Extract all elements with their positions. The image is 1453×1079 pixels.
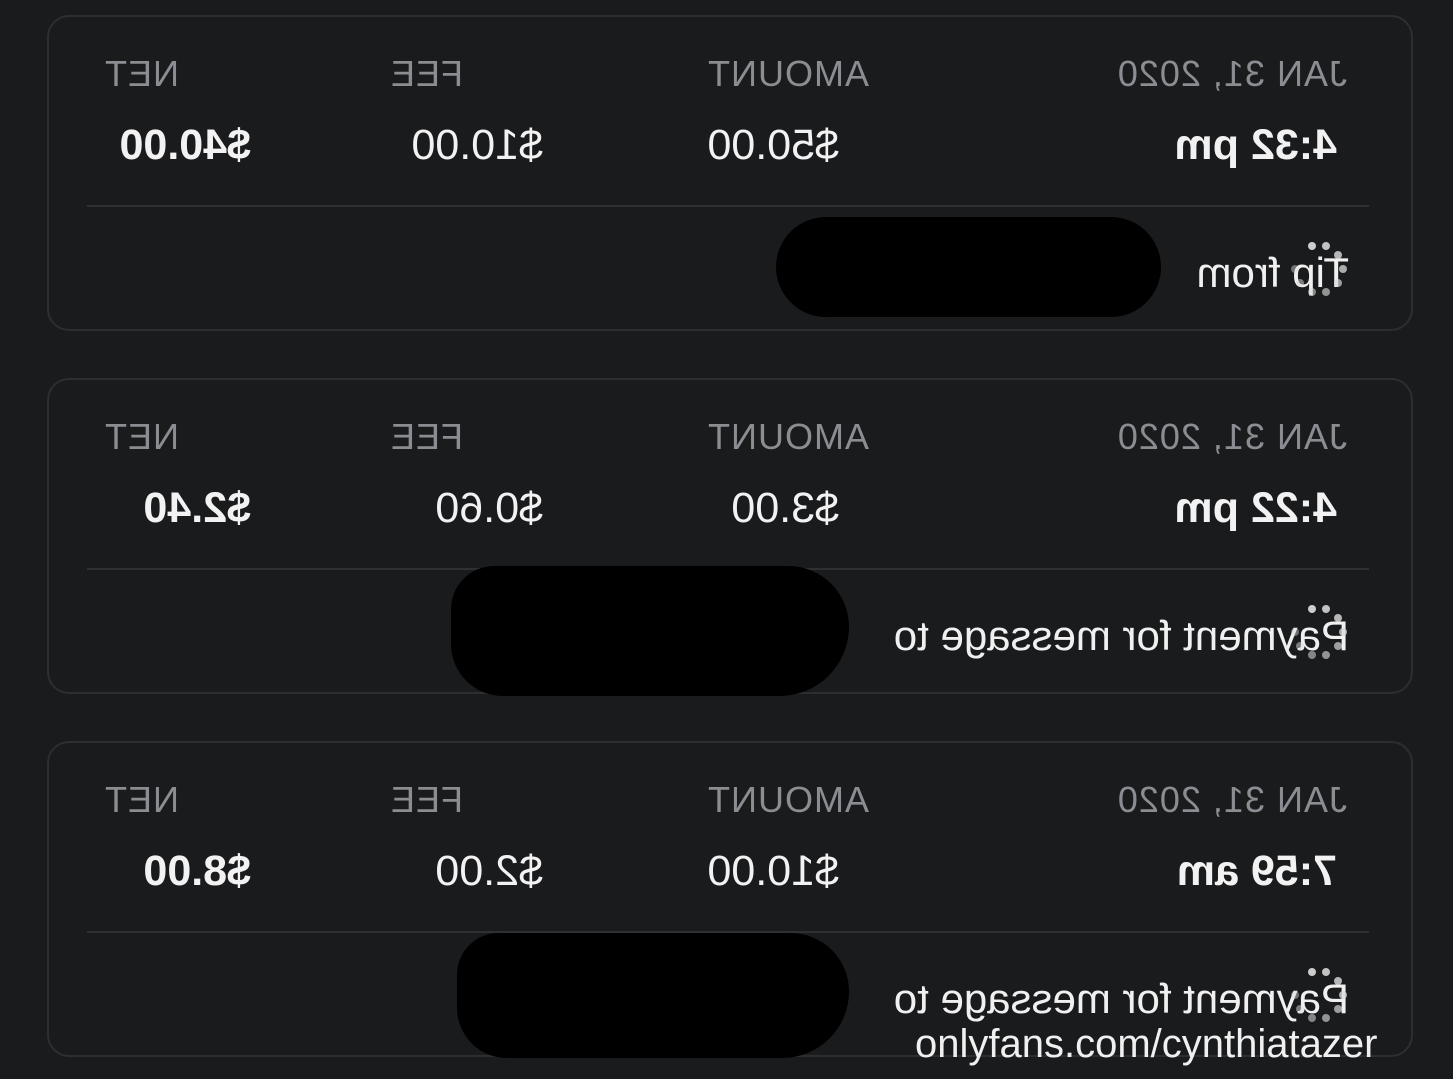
spinner-dot (1307, 605, 1316, 614)
amount-value: $50.00 (707, 121, 839, 169)
net-value: $40.00 (119, 121, 251, 169)
spinner-dot (1334, 642, 1343, 651)
fee-value: $2.00 (435, 847, 543, 895)
transaction-date: JAN 31, 2020 (1116, 779, 1347, 820)
spinner-dot (1322, 1013, 1331, 1022)
net-header: NET (104, 416, 179, 457)
fee-value: $0.60 (435, 484, 543, 532)
spinner-dot (1339, 265, 1347, 273)
fee-header: FEE (389, 53, 463, 94)
transaction-time: 4:32 pm (1174, 121, 1337, 169)
spinner-dot (1307, 650, 1316, 659)
redaction-mark (457, 933, 849, 1058)
spinner-dot (1334, 279, 1343, 288)
net-value: $8.00 (143, 847, 251, 895)
amount-header: AMOUNT (707, 53, 869, 94)
fee-header: FEE (389, 779, 463, 820)
redaction-mark (776, 217, 1161, 317)
amount-value: $3.00 (731, 484, 839, 532)
loading-spinner-icon (1287, 241, 1347, 301)
spinner-dot (1307, 242, 1316, 251)
spinner-dot (1291, 265, 1299, 273)
redaction-mark (451, 566, 849, 696)
spinner-dot (1295, 642, 1304, 651)
spinner-dot (1334, 976, 1343, 985)
spinner-dot (1291, 991, 1299, 999)
spinner-dot (1339, 991, 1347, 999)
transaction-date: JAN 31, 2020 (1116, 416, 1347, 457)
spinner-dot (1295, 1005, 1304, 1014)
spinner-dot (1334, 613, 1343, 622)
transaction-description: Payment for message to (893, 612, 1349, 659)
net-header: NET (104, 779, 179, 820)
spinner-dot (1339, 628, 1347, 636)
loading-spinner-icon (1287, 967, 1347, 1027)
spinner-dot (1334, 1005, 1343, 1014)
spinner-dot (1334, 250, 1343, 259)
loading-spinner-icon (1287, 604, 1347, 664)
watermark: onlyfans.com/cynthiatazer (915, 1022, 1378, 1066)
transaction-card[interactable]: JAN 31, 2020 AMOUNT FEE NET 7:59 am $10.… (47, 741, 1413, 1058)
spinner-dot (1291, 628, 1299, 636)
spinner-dot (1307, 287, 1316, 296)
amount-header: AMOUNT (707, 779, 869, 820)
fee-value: $10.00 (411, 121, 543, 169)
transaction-time: 7:59 am (1176, 847, 1337, 895)
net-value: $2.40 (143, 484, 251, 532)
card-divider (87, 205, 1369, 207)
fee-header: FEE (389, 416, 463, 457)
spinner-dot (1322, 605, 1331, 614)
transaction-time: 4:22 pm (1174, 484, 1337, 532)
amount-header: AMOUNT (707, 416, 869, 457)
net-header: NET (104, 53, 179, 94)
transaction-description: Payment for message to (893, 975, 1349, 1022)
amount-value: $10.00 (707, 847, 839, 895)
spinner-dot (1322, 968, 1331, 977)
spinner-dot (1307, 968, 1316, 977)
transaction-card[interactable]: JAN 31, 2020 AMOUNT FEE NET 4:22 pm $3.0… (47, 378, 1413, 696)
spinner-dot (1322, 650, 1331, 659)
spinner-dot (1295, 279, 1304, 288)
spinner-dot (1307, 1013, 1316, 1022)
transaction-card[interactable]: JAN 31, 2020 AMOUNT FEE NET 4:32 pm $50.… (47, 15, 1413, 331)
spinner-dot (1322, 287, 1331, 296)
spinner-dot (1322, 242, 1331, 251)
transaction-date: JAN 31, 2020 (1116, 53, 1347, 94)
transactions-list: JAN 31, 2020 AMOUNT FEE NET 4:32 pm $50.… (0, 0, 1453, 1079)
